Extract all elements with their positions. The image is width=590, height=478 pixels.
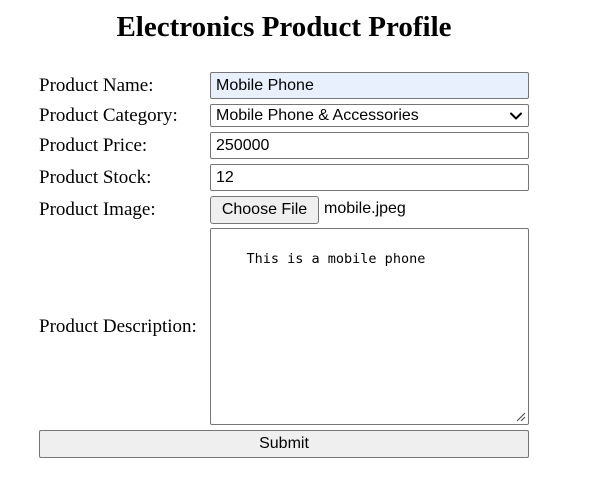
choose-file-button[interactable]: Choose File <box>210 196 319 224</box>
product-description-value: This is a mobile phone <box>246 251 426 267</box>
page-title: Electronics Product Profile <box>116 11 452 43</box>
product-profile-page: Electronics Product Profile Product Name… <box>0 0 590 478</box>
product-price-label: Product Price: <box>39 135 148 156</box>
product-description-textarea[interactable]: This is a mobile phone <box>210 228 529 425</box>
product-name-input[interactable]: Mobile Phone <box>210 72 529 99</box>
product-price-value: 250000 <box>216 136 270 154</box>
resize-handle-icon[interactable] <box>516 412 526 422</box>
selected-file-name: mobile.jpeg <box>324 200 406 217</box>
product-name-value: Mobile Phone <box>216 76 314 94</box>
product-stock-value: 12 <box>216 168 234 186</box>
product-category-select[interactable]: Mobile Phone & Accessories <box>210 104 529 127</box>
product-stock-label: Product Stock: <box>39 167 152 188</box>
product-name-label: Product Name: <box>39 75 154 96</box>
product-price-input[interactable]: 250000 <box>210 132 529 159</box>
chevron-down-icon <box>510 112 522 119</box>
product-category-label: Product Category: <box>39 105 178 126</box>
product-stock-input[interactable]: 12 <box>210 164 529 191</box>
submit-button[interactable]: Submit <box>39 430 529 458</box>
product-description-label: Product Description: <box>39 316 197 337</box>
product-category-value: Mobile Phone & Accessories <box>216 106 419 124</box>
product-image-label: Product Image: <box>39 199 156 220</box>
